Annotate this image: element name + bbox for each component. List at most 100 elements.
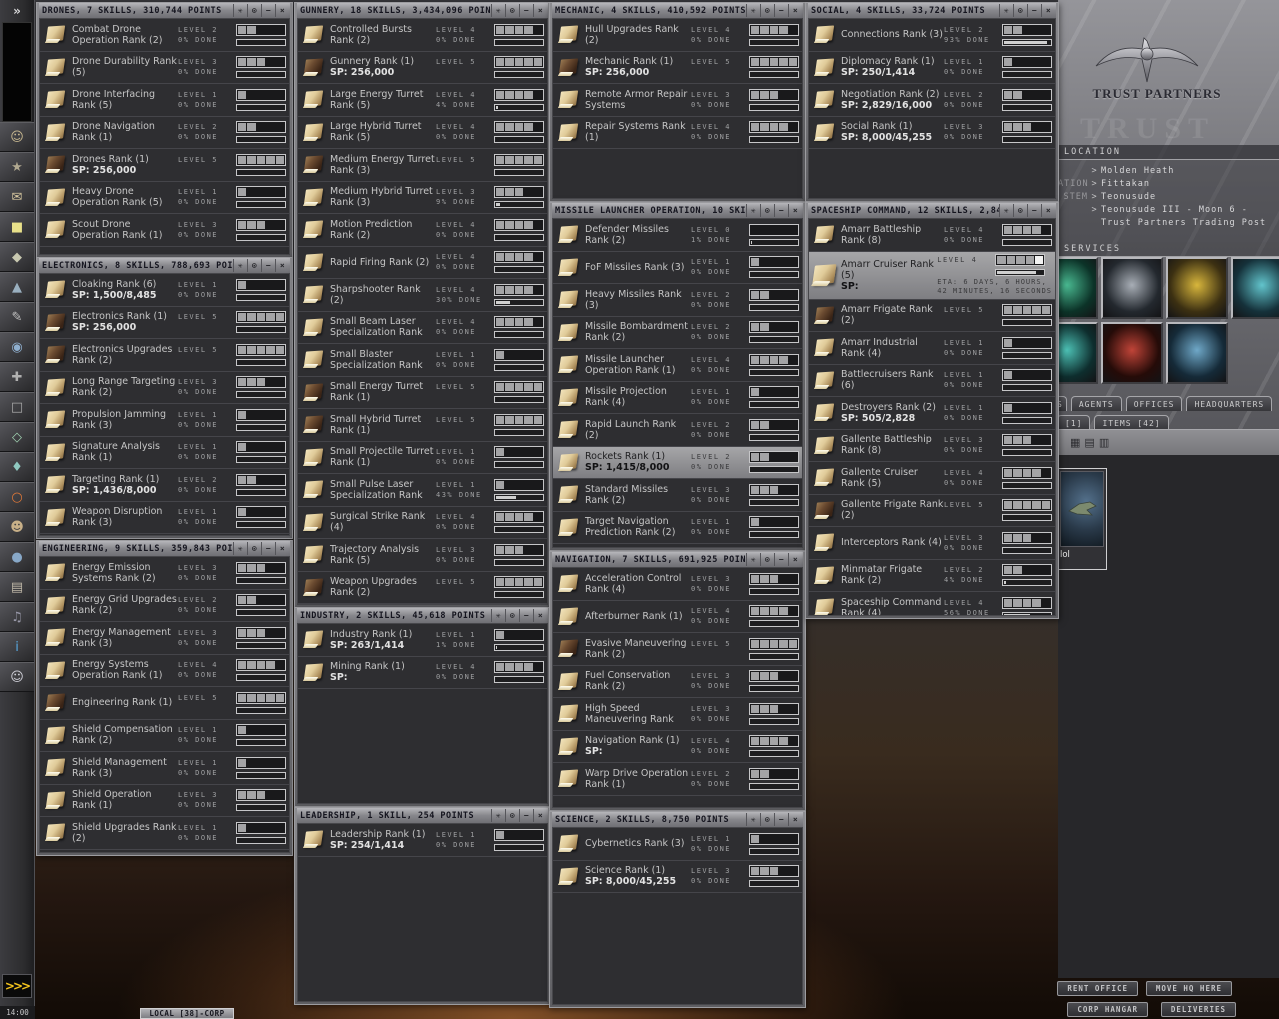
window-titlebar[interactable]: ENGINEERING, 9 SKILLS, 359,843 POINTS ✳ ⊙ −… — [39, 541, 290, 556]
list-view-icon[interactable]: ▤ — [1084, 436, 1094, 449]
compact-icon[interactable]: ⊙ — [505, 809, 519, 822]
bounty-office-service-icon[interactable] — [1101, 322, 1163, 384]
station-tab-offices[interactable]: OFFICES — [1125, 396, 1183, 411]
skill-row[interactable]: Amarr Cruiser Rank (5) SP: LEVEL 4 ETA: 6 D… — [809, 251, 1055, 300]
skill-row[interactable]: Interceptors Rank (4) LEVEL 3 0% DONE — [809, 527, 1055, 560]
skill-row[interactable]: Energy Emission Systems Rank (2) LEVEL 30… — [40, 557, 289, 590]
skill-row[interactable]: Missile Projection Rank (4) LEVEL 1 0% DON… — [553, 381, 802, 414]
station-tab-items-42-[interactable]: ITEMS [42] — [1094, 415, 1169, 430]
compact-icon[interactable]: ⊙ — [505, 4, 519, 17]
close-icon[interactable]: × — [275, 4, 289, 17]
compact-icon[interactable]: ⊙ — [1013, 4, 1027, 17]
skill-row[interactable]: Amarr Industrial Rank (4) LEVEL 1 0% DONE — [809, 332, 1055, 365]
skill-row[interactable]: Afterburner Rank (1) LEVEL 4 0% DONE — [553, 600, 802, 633]
character-portrait[interactable] — [2, 22, 32, 122]
skill-row[interactable]: Targeting Rank (1) SP: 1,436/8,000 LEVEL 2… — [40, 469, 289, 502]
wallet-icon[interactable]: ◇ — [0, 422, 34, 452]
face-icon[interactable]: ☺ — [0, 662, 34, 692]
skill-row[interactable]: Heavy Missiles Rank (3) LEVEL 2 0% DONE — [553, 284, 802, 317]
minimize-icon[interactable]: − — [774, 553, 788, 566]
skill-row[interactable]: Surgical Strike Rank (4) LEVEL 4 0% DONE — [298, 506, 547, 539]
minimize-icon[interactable]: − — [1027, 4, 1041, 17]
skill-row[interactable]: Spaceship Command Rank (4) LEVEL 4 56% DON… — [809, 592, 1055, 615]
skills-icon[interactable]: ✚ — [0, 362, 34, 392]
autopilot-chevrons-icon[interactable]: >>> — [2, 974, 32, 998]
skill-row[interactable]: Negotiation Rank (2) SP: 2,829/16,000 LEVE… — [809, 84, 1055, 117]
skill-row[interactable]: Large Hybrid Turret Rank (5) LEVEL 4 0% DO… — [298, 116, 547, 149]
skill-row[interactable]: Warp Drive Operation Rank (1) LEVEL 2 0% D… — [553, 763, 802, 796]
help-icon[interactable]: ○ — [0, 482, 34, 512]
window-titlebar[interactable]: SOCIAL, 4 SKILLS, 33,724 POINTS ✳ ⊙ − × — [808, 3, 1056, 18]
window-titlebar[interactable]: INDUSTRY, 2 SKILLS, 45,618 POINTS ✳ ⊙ − × — [297, 608, 548, 623]
skill-row[interactable]: Missile Launcher Operation Rank (1) LEVEL… — [553, 349, 802, 382]
skill-row[interactable]: Trajectory Analysis Rank (5) LEVEL 3 0% DO… — [298, 539, 547, 572]
reprocessing-service-icon[interactable] — [1166, 257, 1228, 319]
skill-row[interactable]: Weapon Disruption Rank (3) LEVEL 1 0% DONE — [40, 501, 289, 534]
skill-row[interactable]: Battlecruisers Rank (6) LEVEL 1 0% DONE — [809, 364, 1055, 397]
compact-icon[interactable]: ⊙ — [247, 259, 261, 272]
skill-row[interactable]: Repair Systems Rank (1) LEVEL 4 0% DONE — [553, 116, 802, 149]
skill-row[interactable]: Small Energy Turret Rank (1) LEVEL 5 — [298, 376, 547, 409]
window-titlebar[interactable]: SPACESHIP COMMAND, 12 SKILLS, 2,84 ✳ ⊙ − × — [808, 203, 1056, 218]
skill-row[interactable]: Weapon Upgrades Rank (2) LEVEL 5 — [298, 571, 547, 604]
skill-row[interactable]: Cloaking Rank (6) SP: 1,500/8,485 LEVEL 10… — [40, 274, 289, 307]
skill-row[interactable]: Electronics Upgrades Rank (2) LEVEL 5 — [40, 339, 289, 372]
close-icon[interactable]: × — [533, 809, 547, 822]
journal-icon[interactable]: ✎ — [0, 302, 34, 332]
pin-icon[interactable]: ✳ — [746, 204, 760, 217]
skill-row[interactable]: Cybernetics Rank (3) LEVEL 1 0% DONE — [553, 828, 802, 861]
skill-row[interactable]: Drones Rank (1) SP: 256,000 LEVEL 5 — [40, 149, 289, 182]
skill-row[interactable]: Energy Systems Operation Rank (1) LEVEL 4… — [40, 654, 289, 687]
skill-row[interactable]: Signature Analysis Rank (1) LEVEL 1 0% DON… — [40, 436, 289, 469]
skill-row[interactable]: Connections Rank (3) LEVEL 2 93% DONE — [809, 19, 1055, 52]
skill-row[interactable]: Gallente Cruiser Rank (5) LEVEL 4 0% DONE — [809, 462, 1055, 495]
skill-row[interactable]: Rockets Rank (1) SP: 1,415/8,000 LEVEL 2 0%… — [553, 446, 802, 479]
minimize-icon[interactable]: − — [774, 4, 788, 17]
mail-icon[interactable]: ✉ — [0, 182, 34, 212]
items-icon[interactable]: ◆ — [0, 242, 34, 272]
skill-row[interactable]: Scout Drone Operation Rank (1) LEVEL 3 0% … — [40, 214, 289, 247]
skill-row[interactable]: FoF Missiles Rank (3) LEVEL 1 0% DONE — [553, 251, 802, 284]
close-icon[interactable]: × — [1041, 204, 1055, 217]
window-titlebar[interactable]: NAVIGATION, 7 SKILLS, 691,925 POINTS ✳ ⊙ − × — [552, 552, 803, 567]
skill-row[interactable]: Small Hybrid Turret Rank (1) LEVEL 5 — [298, 409, 547, 442]
skill-row[interactable]: Missile Bombardment Rank (2) LEVEL 2 0% DO… — [553, 316, 802, 349]
skill-row[interactable]: Rapid Firing Rank (2) LEVEL 4 0% DONE — [298, 246, 547, 279]
close-icon[interactable]: × — [788, 553, 802, 566]
skill-row[interactable]: Gallente Battleship Rank (8) LEVEL 3 0% DO… — [809, 429, 1055, 462]
skill-row[interactable]: Large Energy Turret Rank (5) LEVEL 4 4% DO… — [298, 84, 547, 117]
skill-row[interactable]: Social Rank (1) SP: 8,000/45,255 LEVEL 3 0%… — [809, 116, 1055, 149]
skill-row[interactable]: Gallente Frigate Rank (2) LEVEL 5 — [809, 494, 1055, 527]
info-icon[interactable]: i — [0, 632, 34, 662]
minimize-icon[interactable]: − — [519, 809, 533, 822]
pin-icon[interactable]: ✳ — [233, 542, 247, 555]
close-icon[interactable]: × — [275, 259, 289, 272]
skill-row[interactable]: Small Beam Laser Specialization Rank LEVE… — [298, 311, 547, 344]
skill-row[interactable]: Hull Upgrades Rank (2) LEVEL 4 0% DONE — [553, 19, 802, 52]
skill-row[interactable]: Energy Management Rank (3) LEVEL 3 0% DONE — [40, 622, 289, 655]
assets-icon[interactable]: □ — [0, 392, 34, 422]
minimize-icon[interactable]: − — [1027, 204, 1041, 217]
fitting-service-icon[interactable] — [1166, 322, 1228, 384]
skill-row[interactable]: Acceleration Control Rank (4) LEVEL 3 0% D… — [553, 568, 802, 601]
detail-view-icon[interactable]: ▥ — [1099, 436, 1109, 449]
compact-icon[interactable]: ⊙ — [760, 4, 774, 17]
news-icon[interactable]: ▤ — [0, 572, 34, 602]
local-chat-tab[interactable]: LOCAL [38]-CORP — [140, 1008, 234, 1019]
skill-row[interactable]: Science Rank (1) SP: 8,000/45,255 LEVEL 30… — [553, 860, 802, 893]
compact-icon[interactable]: ⊙ — [247, 4, 261, 17]
expand-icon[interactable]: » — [0, 0, 34, 22]
minimize-icon[interactable]: − — [261, 4, 275, 17]
skill-row[interactable]: Medium Energy Turret Rank (3) LEVEL 5 — [298, 149, 547, 182]
skill-row[interactable]: Long Range Targeting Rank (2) LEVEL 3 0% D… — [40, 371, 289, 404]
close-icon[interactable]: × — [533, 4, 547, 17]
skill-row[interactable]: Combat Drone Operation Rank (2) LEVEL 2 0%… — [40, 19, 289, 52]
skill-row[interactable]: Diplomacy Rank (1) SP: 250/1,414 LEVEL 1 0%… — [809, 51, 1055, 84]
skill-row[interactable]: Gunnery Rank (1) SP: 256,000 LEVEL 5 — [298, 51, 547, 84]
skill-row[interactable]: Shield Operation Rank (1) LEVEL 3 0% DONE — [40, 784, 289, 817]
pin-icon[interactable]: ✳ — [746, 4, 760, 17]
compact-icon[interactable]: ⊙ — [1013, 204, 1027, 217]
minimize-icon[interactable]: − — [774, 813, 788, 826]
close-icon[interactable]: × — [533, 609, 547, 622]
corp-hangar-button[interactable]: CORP HANGAR — [1067, 1002, 1148, 1017]
